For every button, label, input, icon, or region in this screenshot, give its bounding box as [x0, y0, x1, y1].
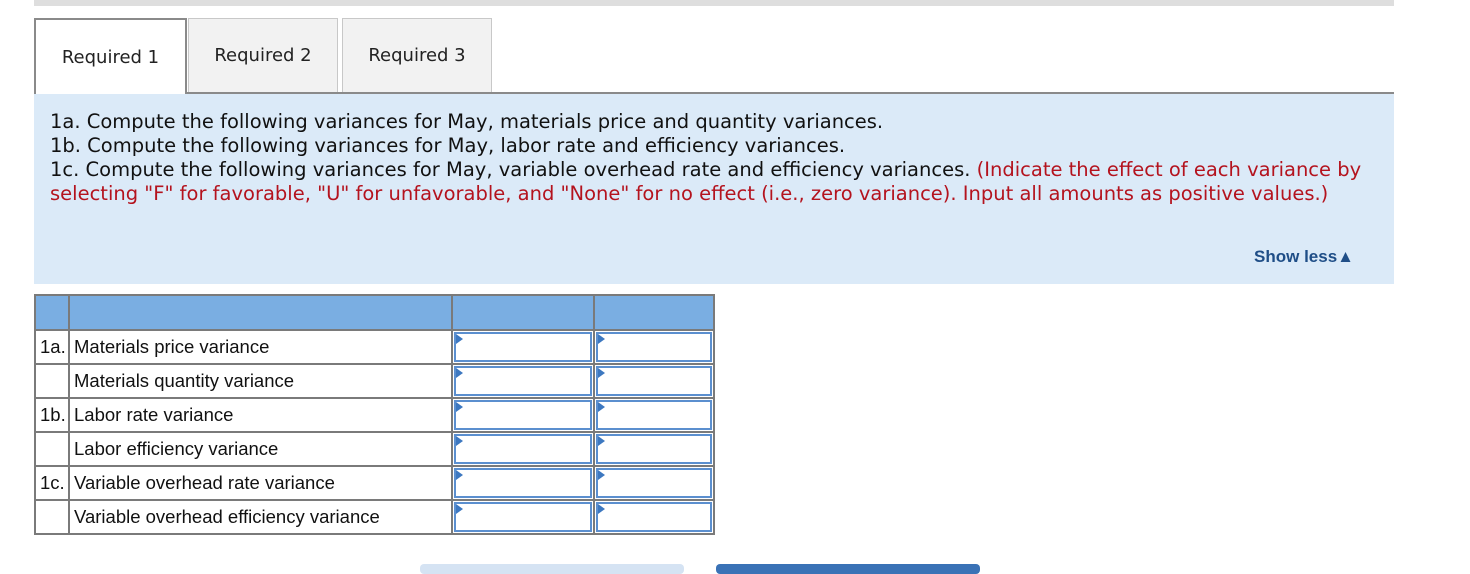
row-label: Materials quantity variance — [68, 363, 453, 399]
table-row: Labor efficiency variance — [34, 431, 715, 467]
effect-cell — [593, 363, 715, 399]
table-row: 1b. Labor rate variance — [34, 397, 715, 433]
row-number: 1a. — [34, 329, 70, 365]
row-label: Variable overhead efficiency variance — [68, 499, 453, 535]
dropdown-indicator-icon — [598, 402, 605, 412]
row-number — [34, 499, 70, 535]
effect-cell — [593, 397, 715, 433]
header-effect-cell — [593, 294, 715, 331]
table-row: Materials quantity variance — [34, 363, 715, 399]
tab-required-2[interactable]: Required 2 — [188, 18, 338, 92]
amount-input[interactable] — [454, 400, 592, 430]
effect-dropdown[interactable] — [596, 468, 712, 498]
amount-input[interactable] — [454, 434, 592, 464]
row-label: Labor rate variance — [68, 397, 453, 433]
table-row: 1a. Materials price variance — [34, 329, 715, 365]
top-bar — [34, 0, 1394, 6]
dropdown-indicator-icon — [598, 334, 605, 344]
table-row: Variable overhead efficiency variance — [34, 499, 715, 535]
header-num-cell — [34, 294, 70, 331]
amount-input[interactable] — [454, 366, 592, 396]
instruction-1b: 1b. Compute the following variances for … — [50, 134, 846, 157]
row-label: Materials price variance — [68, 329, 453, 365]
input-indicator-icon — [456, 470, 463, 480]
amount-cell — [451, 397, 595, 433]
dropdown-indicator-icon — [598, 504, 605, 514]
dropdown-indicator-icon — [598, 436, 605, 446]
table-row: 1c. Variable overhead rate variance — [34, 465, 715, 501]
dropdown-indicator-icon — [598, 368, 605, 378]
tab-required-3[interactable]: Required 3 — [342, 18, 492, 92]
header-amount-cell — [451, 294, 595, 331]
row-number — [34, 431, 70, 467]
effect-dropdown[interactable] — [596, 434, 712, 464]
instruction-1c: 1c. Compute the following variances for … — [50, 158, 1370, 206]
amount-cell — [451, 465, 595, 501]
instruction-1a: 1a. Compute the following variances for … — [50, 110, 884, 133]
dropdown-indicator-icon — [598, 470, 605, 480]
input-indicator-icon — [456, 368, 463, 378]
input-indicator-icon — [456, 504, 463, 514]
tab-required-1[interactable]: Required 1 — [34, 18, 187, 94]
row-number: 1c. — [34, 465, 70, 501]
effect-cell — [593, 465, 715, 501]
input-indicator-icon — [456, 334, 463, 344]
amount-cell — [451, 329, 595, 365]
table-header-row — [34, 294, 715, 331]
row-number — [34, 363, 70, 399]
amount-cell — [451, 499, 595, 535]
instructions-panel: 1a. Compute the following variances for … — [34, 94, 1394, 284]
effect-dropdown[interactable] — [596, 400, 712, 430]
row-number: 1b. — [34, 397, 70, 433]
amount-cell — [451, 431, 595, 467]
next-button[interactable] — [716, 564, 980, 574]
amount-input[interactable] — [454, 468, 592, 498]
input-indicator-icon — [456, 402, 463, 412]
header-label-cell — [68, 294, 453, 331]
row-label: Variable overhead rate variance — [68, 465, 453, 501]
instructions-text: 1a. Compute the following variances for … — [50, 110, 1370, 206]
effect-dropdown[interactable] — [596, 366, 712, 396]
effect-cell — [593, 329, 715, 365]
amount-input[interactable] — [454, 502, 592, 532]
show-less-link[interactable]: Show less▲ — [1254, 247, 1354, 267]
row-label: Labor efficiency variance — [68, 431, 453, 467]
effect-dropdown[interactable] — [596, 332, 712, 362]
instruction-1c-text: 1c. Compute the following variances for … — [50, 158, 971, 181]
input-indicator-icon — [456, 436, 463, 446]
prev-button[interactable] — [420, 564, 684, 574]
effect-cell — [593, 431, 715, 467]
variance-table: 1a. Materials price variance Materials qua… — [34, 294, 715, 535]
amount-cell — [451, 363, 595, 399]
amount-input[interactable] — [454, 332, 592, 362]
effect-cell — [593, 499, 715, 535]
effect-dropdown[interactable] — [596, 502, 712, 532]
